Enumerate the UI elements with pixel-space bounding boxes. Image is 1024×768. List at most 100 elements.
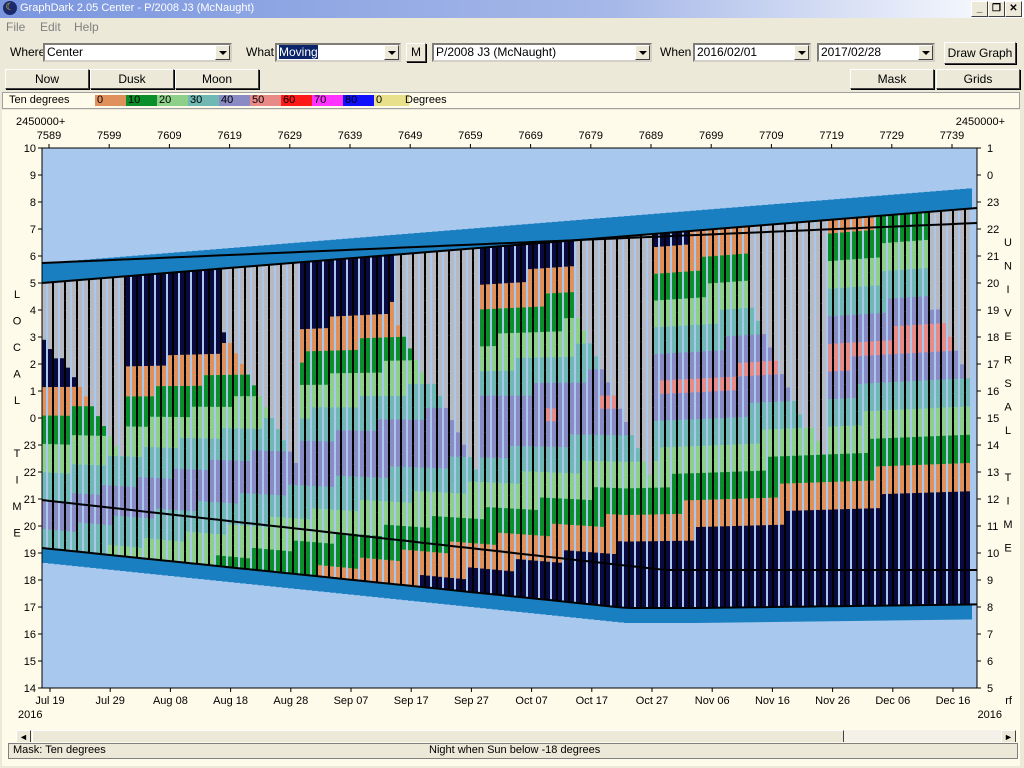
stripe-gap bbox=[628, 262, 630, 277]
app-icon[interactable]: ☾ bbox=[3, 1, 17, 15]
stripe-gap bbox=[400, 466, 402, 479]
stripe-gap bbox=[172, 375, 174, 387]
altitude-cell bbox=[306, 440, 310, 453]
altitude-cell bbox=[102, 396, 106, 407]
twilight-band bbox=[450, 230, 456, 251]
stripe-gap bbox=[532, 446, 534, 460]
stripe-gap bbox=[376, 372, 378, 385]
altitude-cell bbox=[474, 494, 478, 507]
stripe-gap bbox=[268, 308, 270, 321]
menu-file[interactable]: File bbox=[6, 20, 25, 34]
altitude-cell bbox=[558, 524, 562, 538]
altitude-cell bbox=[678, 325, 682, 340]
menu-edit[interactable]: Edit bbox=[40, 20, 61, 34]
stripe-gap bbox=[688, 473, 690, 488]
stripe-gap bbox=[508, 445, 510, 459]
end-date-select[interactable]: 2017/02/28 bbox=[817, 43, 935, 62]
stripe-gap bbox=[232, 310, 234, 322]
start-date-select[interactable]: 2016/02/01 bbox=[693, 43, 811, 62]
altitude-cell bbox=[186, 469, 190, 481]
stripe-gap bbox=[712, 242, 714, 257]
stripe-gap bbox=[100, 327, 102, 339]
chevron-down-icon[interactable] bbox=[794, 45, 809, 60]
altitude-cell bbox=[498, 557, 502, 571]
stripe-gap bbox=[676, 232, 678, 247]
altitude-cell bbox=[438, 419, 442, 433]
twilight-band bbox=[228, 248, 234, 268]
stripe-gap bbox=[424, 348, 426, 361]
altitude-cell bbox=[162, 406, 166, 418]
stripe-gap bbox=[256, 320, 258, 332]
altitude-cell bbox=[90, 513, 94, 525]
twilight-band bbox=[684, 211, 690, 232]
altitude-cell bbox=[570, 576, 574, 591]
altitude-cell bbox=[474, 444, 478, 458]
stripe-gap bbox=[64, 396, 66, 407]
altitude-cell bbox=[606, 474, 610, 489]
moon-button[interactable]: Moon bbox=[175, 69, 259, 89]
minimize-button[interactable]: _ bbox=[971, 1, 988, 17]
chevron-down-icon[interactable] bbox=[635, 45, 650, 60]
mask-button[interactable]: Mask bbox=[850, 69, 934, 89]
altitude-cell bbox=[174, 489, 178, 501]
what-select[interactable]: Moving bbox=[275, 43, 401, 62]
chevron-down-icon[interactable] bbox=[384, 45, 399, 60]
stripe-gap bbox=[328, 316, 330, 329]
stripe-gap bbox=[76, 415, 78, 426]
grids-button[interactable]: Grids bbox=[936, 69, 1020, 89]
stripe-gap bbox=[364, 442, 366, 455]
chevron-down-icon[interactable] bbox=[215, 45, 230, 60]
stripe-gap bbox=[112, 525, 114, 536]
stripe-gap bbox=[160, 375, 162, 387]
altitude-cell bbox=[510, 295, 514, 309]
twilight-band bbox=[540, 599, 546, 615]
altitude-cell bbox=[210, 385, 214, 397]
chevron-down-icon[interactable] bbox=[918, 45, 933, 60]
stripe-gap bbox=[424, 288, 426, 301]
altitude-cell bbox=[642, 514, 646, 529]
stripe-gap bbox=[340, 350, 342, 363]
stripe-gap bbox=[232, 396, 234, 408]
stripe-gap bbox=[484, 284, 486, 298]
stripe-gap bbox=[592, 447, 594, 462]
altitude-cell bbox=[42, 462, 46, 473]
where-select[interactable]: Center bbox=[43, 43, 232, 62]
altitude-cell bbox=[150, 498, 154, 509]
stripe-gap bbox=[556, 357, 558, 371]
altitude-cell bbox=[450, 577, 454, 591]
altitude-cell bbox=[426, 383, 430, 397]
stripe-gap bbox=[232, 471, 234, 483]
close-button[interactable]: ✕ bbox=[1005, 1, 1022, 17]
altitude-cell bbox=[498, 296, 502, 310]
stripe-gap bbox=[244, 417, 246, 429]
altitude-cell bbox=[198, 322, 202, 334]
stripe-gap bbox=[436, 407, 438, 421]
twilight-band bbox=[618, 607, 624, 623]
menu-help[interactable]: Help bbox=[74, 20, 99, 34]
altitude-cell bbox=[102, 317, 106, 328]
altitude-cell bbox=[666, 380, 670, 395]
now-button[interactable]: Now bbox=[5, 69, 89, 89]
stripe-gap bbox=[376, 384, 378, 397]
stripe-gap bbox=[688, 392, 690, 407]
stripe-gap bbox=[160, 396, 162, 408]
altitude-cell bbox=[666, 460, 670, 475]
altitude-cell bbox=[54, 472, 58, 483]
restore-button[interactable]: ❐ bbox=[988, 1, 1005, 17]
altitude-cell bbox=[630, 262, 634, 276]
altitude-cell bbox=[462, 456, 466, 470]
altitude-cell bbox=[42, 500, 46, 511]
altitude-cell bbox=[606, 527, 610, 541]
object-select[interactable]: P/2008 J3 (McNaught) bbox=[432, 43, 652, 62]
stripe-gap bbox=[472, 555, 474, 568]
altitude-cell bbox=[690, 527, 694, 542]
altitude-cell bbox=[102, 366, 106, 378]
m-button[interactable]: M bbox=[406, 43, 426, 62]
stripe-gap bbox=[388, 431, 390, 444]
stripe-gap bbox=[268, 341, 270, 353]
altitude-cell bbox=[702, 472, 706, 487]
stripe-gap bbox=[640, 288, 642, 303]
altitude-cell bbox=[246, 320, 250, 332]
draw-graph-button[interactable]: Draw Graph bbox=[944, 42, 1016, 64]
dusk-button[interactable]: Dusk bbox=[90, 69, 174, 89]
